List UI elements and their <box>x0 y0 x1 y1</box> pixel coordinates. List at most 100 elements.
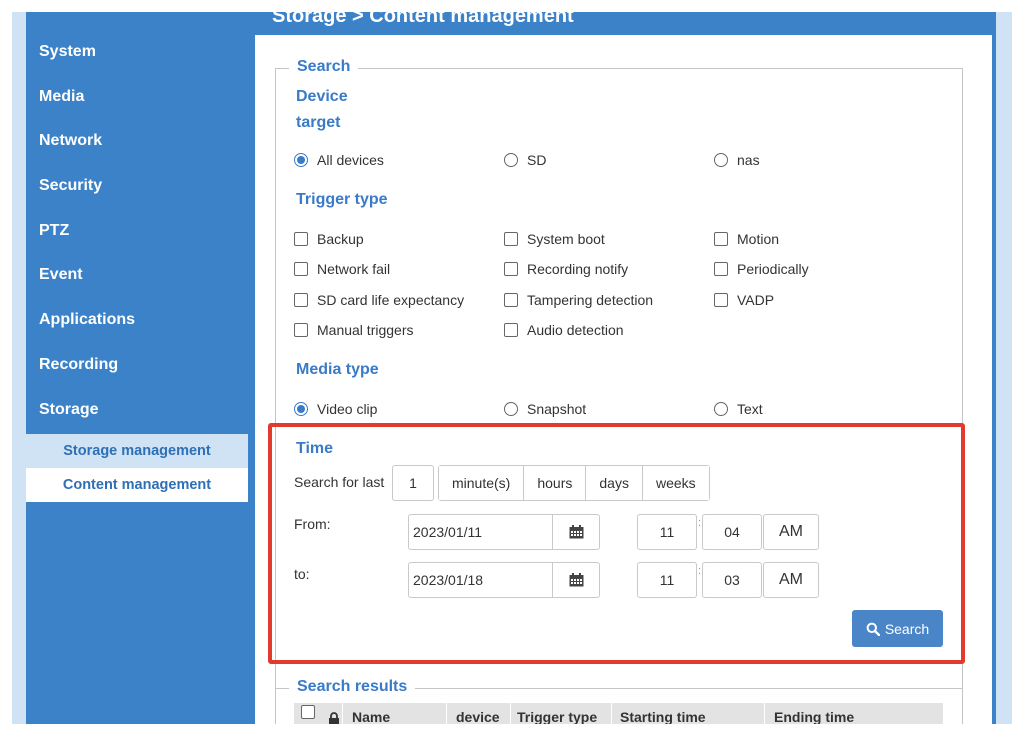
checkbox-icon[interactable] <box>294 323 308 337</box>
search-legend: Search <box>289 57 359 77</box>
checkbox-icon[interactable] <box>714 293 728 307</box>
calendar-icon[interactable] <box>553 563 599 597</box>
storage-submenu: Storage management Content management <box>26 434 248 503</box>
option-label: System boot <box>527 231 605 247</box>
checkbox-icon[interactable] <box>294 232 308 246</box>
unit-weeks-button[interactable]: weeks <box>641 466 709 500</box>
trigger-recording-notify[interactable]: Recording notify <box>504 261 628 277</box>
search-icon <box>866 622 880 636</box>
column-header-trigger-type[interactable]: Trigger type <box>517 709 597 724</box>
checkbox-icon[interactable] <box>504 232 518 246</box>
to-date-field[interactable]: 2023/01/18 <box>408 562 600 598</box>
checkbox-icon[interactable] <box>294 293 308 307</box>
from-date-value[interactable]: 2023/01/11 <box>409 515 553 549</box>
media-option-video-clip[interactable]: Video clip <box>294 401 377 417</box>
device-target-title-line2: target <box>296 114 341 131</box>
option-label: Audio detection <box>527 322 624 338</box>
sidebar-item-recording[interactable]: Recording <box>26 343 248 388</box>
sidebar-item-storage[interactable]: Storage <box>26 388 248 433</box>
column-header-device[interactable]: device <box>456 709 500 724</box>
option-label: Recording notify <box>527 261 629 277</box>
breadcrumb: Storage > Content management <box>272 5 574 27</box>
from-ampm-select[interactable]: AM <box>763 514 819 550</box>
option-label: Video clip <box>317 401 378 417</box>
checkbox-icon[interactable] <box>504 293 518 307</box>
unit-minutes-button[interactable]: minute(s) <box>439 466 524 500</box>
to-ampm-select[interactable]: AM <box>763 562 819 598</box>
sidebar-item-applications[interactable]: Applications <box>26 298 248 343</box>
checkbox-icon[interactable] <box>504 323 518 337</box>
trigger-network-fail[interactable]: Network fail <box>294 261 390 277</box>
radio-selected-icon[interactable] <box>294 153 308 167</box>
sidebar-item-system[interactable]: System <box>26 30 248 75</box>
option-label: Manual triggers <box>317 322 414 338</box>
device-option-sd[interactable]: SD <box>504 152 546 168</box>
from-date-field[interactable]: 2023/01/11 <box>408 514 600 550</box>
trigger-audio[interactable]: Audio detection <box>504 322 624 338</box>
option-label: Snapshot <box>527 401 587 417</box>
checkbox-icon[interactable] <box>714 232 728 246</box>
time-unit-group: minute(s) hours days weeks <box>438 465 710 501</box>
sidebar-item-media[interactable]: Media <box>26 75 248 120</box>
trigger-vadp[interactable]: VADP <box>714 292 774 308</box>
column-header-starting-time[interactable]: Starting time <box>620 709 706 724</box>
time-separator: : <box>698 517 702 529</box>
unit-hours-button[interactable]: hours <box>523 466 586 500</box>
radio-icon[interactable] <box>714 402 728 416</box>
sidebar-subitem-storage-management[interactable]: Storage management <box>26 434 248 469</box>
search-for-last-label: Search for last <box>294 474 385 490</box>
radio-icon[interactable] <box>504 153 518 167</box>
option-label: VADP <box>737 292 775 308</box>
option-label: Tampering detection <box>527 292 654 308</box>
select-all-checkbox[interactable] <box>301 705 315 719</box>
calendar-icon[interactable] <box>553 515 599 549</box>
from-label: From: <box>294 516 331 532</box>
to-label: to: <box>294 566 310 582</box>
from-hour-input[interactable]: 11 <box>637 514 697 550</box>
to-minute-input[interactable]: 03 <box>702 562 762 598</box>
search-button-label: Search <box>884 620 930 637</box>
sidebar-item-ptz[interactable]: PTZ <box>26 209 248 254</box>
radio-selected-icon[interactable] <box>294 402 308 416</box>
option-label: SD card life expectancy <box>317 292 465 308</box>
checkbox-icon[interactable] <box>504 262 518 276</box>
trigger-tampering[interactable]: Tampering detection <box>504 292 653 308</box>
results-table-header: Name device Trigger type Starting time E… <box>294 703 943 724</box>
trigger-periodically[interactable]: Periodically <box>714 261 809 277</box>
option-label: All devices <box>317 152 384 168</box>
trigger-system-boot[interactable]: System boot <box>504 231 605 247</box>
to-hour-input[interactable]: 11 <box>637 562 697 598</box>
trigger-motion[interactable]: Motion <box>714 231 779 247</box>
sidebar-item-network[interactable]: Network <box>26 119 248 164</box>
radio-icon[interactable] <box>504 402 518 416</box>
media-option-text[interactable]: Text <box>714 401 763 417</box>
device-option-nas[interactable]: nas <box>714 152 760 168</box>
last-value-input[interactable]: 1 <box>392 465 434 501</box>
trigger-backup[interactable]: Backup <box>294 231 364 247</box>
checkbox-icon[interactable] <box>294 262 308 276</box>
time-title: Time <box>296 440 334 457</box>
device-target-title-line1: Device <box>296 88 348 105</box>
media-type-title: Media type <box>296 361 379 378</box>
sidebar-item-security[interactable]: Security <box>26 164 248 209</box>
media-option-snapshot[interactable]: Snapshot <box>504 401 586 417</box>
radio-icon[interactable] <box>714 153 728 167</box>
checkbox-icon[interactable] <box>714 262 728 276</box>
search-button[interactable]: Search <box>852 610 943 647</box>
unit-days-button[interactable]: days <box>585 466 642 500</box>
device-option-all[interactable]: All devices <box>294 152 384 168</box>
option-label: Backup <box>317 231 364 247</box>
sidebar: System Media Network Security PTZ Event … <box>26 30 248 503</box>
option-label: Network fail <box>317 261 391 277</box>
column-header-ending-time[interactable]: Ending time <box>774 709 854 724</box>
trigger-manual[interactable]: Manual triggers <box>294 322 414 338</box>
from-minute-input[interactable]: 04 <box>702 514 762 550</box>
sidebar-subitem-content-management[interactable]: Content management <box>26 468 248 503</box>
option-label: Text <box>737 401 763 417</box>
sidebar-item-event[interactable]: Event <box>26 253 248 298</box>
option-label: Periodically <box>737 261 809 277</box>
trigger-sd-card-life[interactable]: SD card life expectancy <box>294 292 464 308</box>
lock-icon <box>329 712 339 724</box>
column-header-name[interactable]: Name <box>352 709 390 724</box>
to-date-value[interactable]: 2023/01/18 <box>409 563 553 597</box>
